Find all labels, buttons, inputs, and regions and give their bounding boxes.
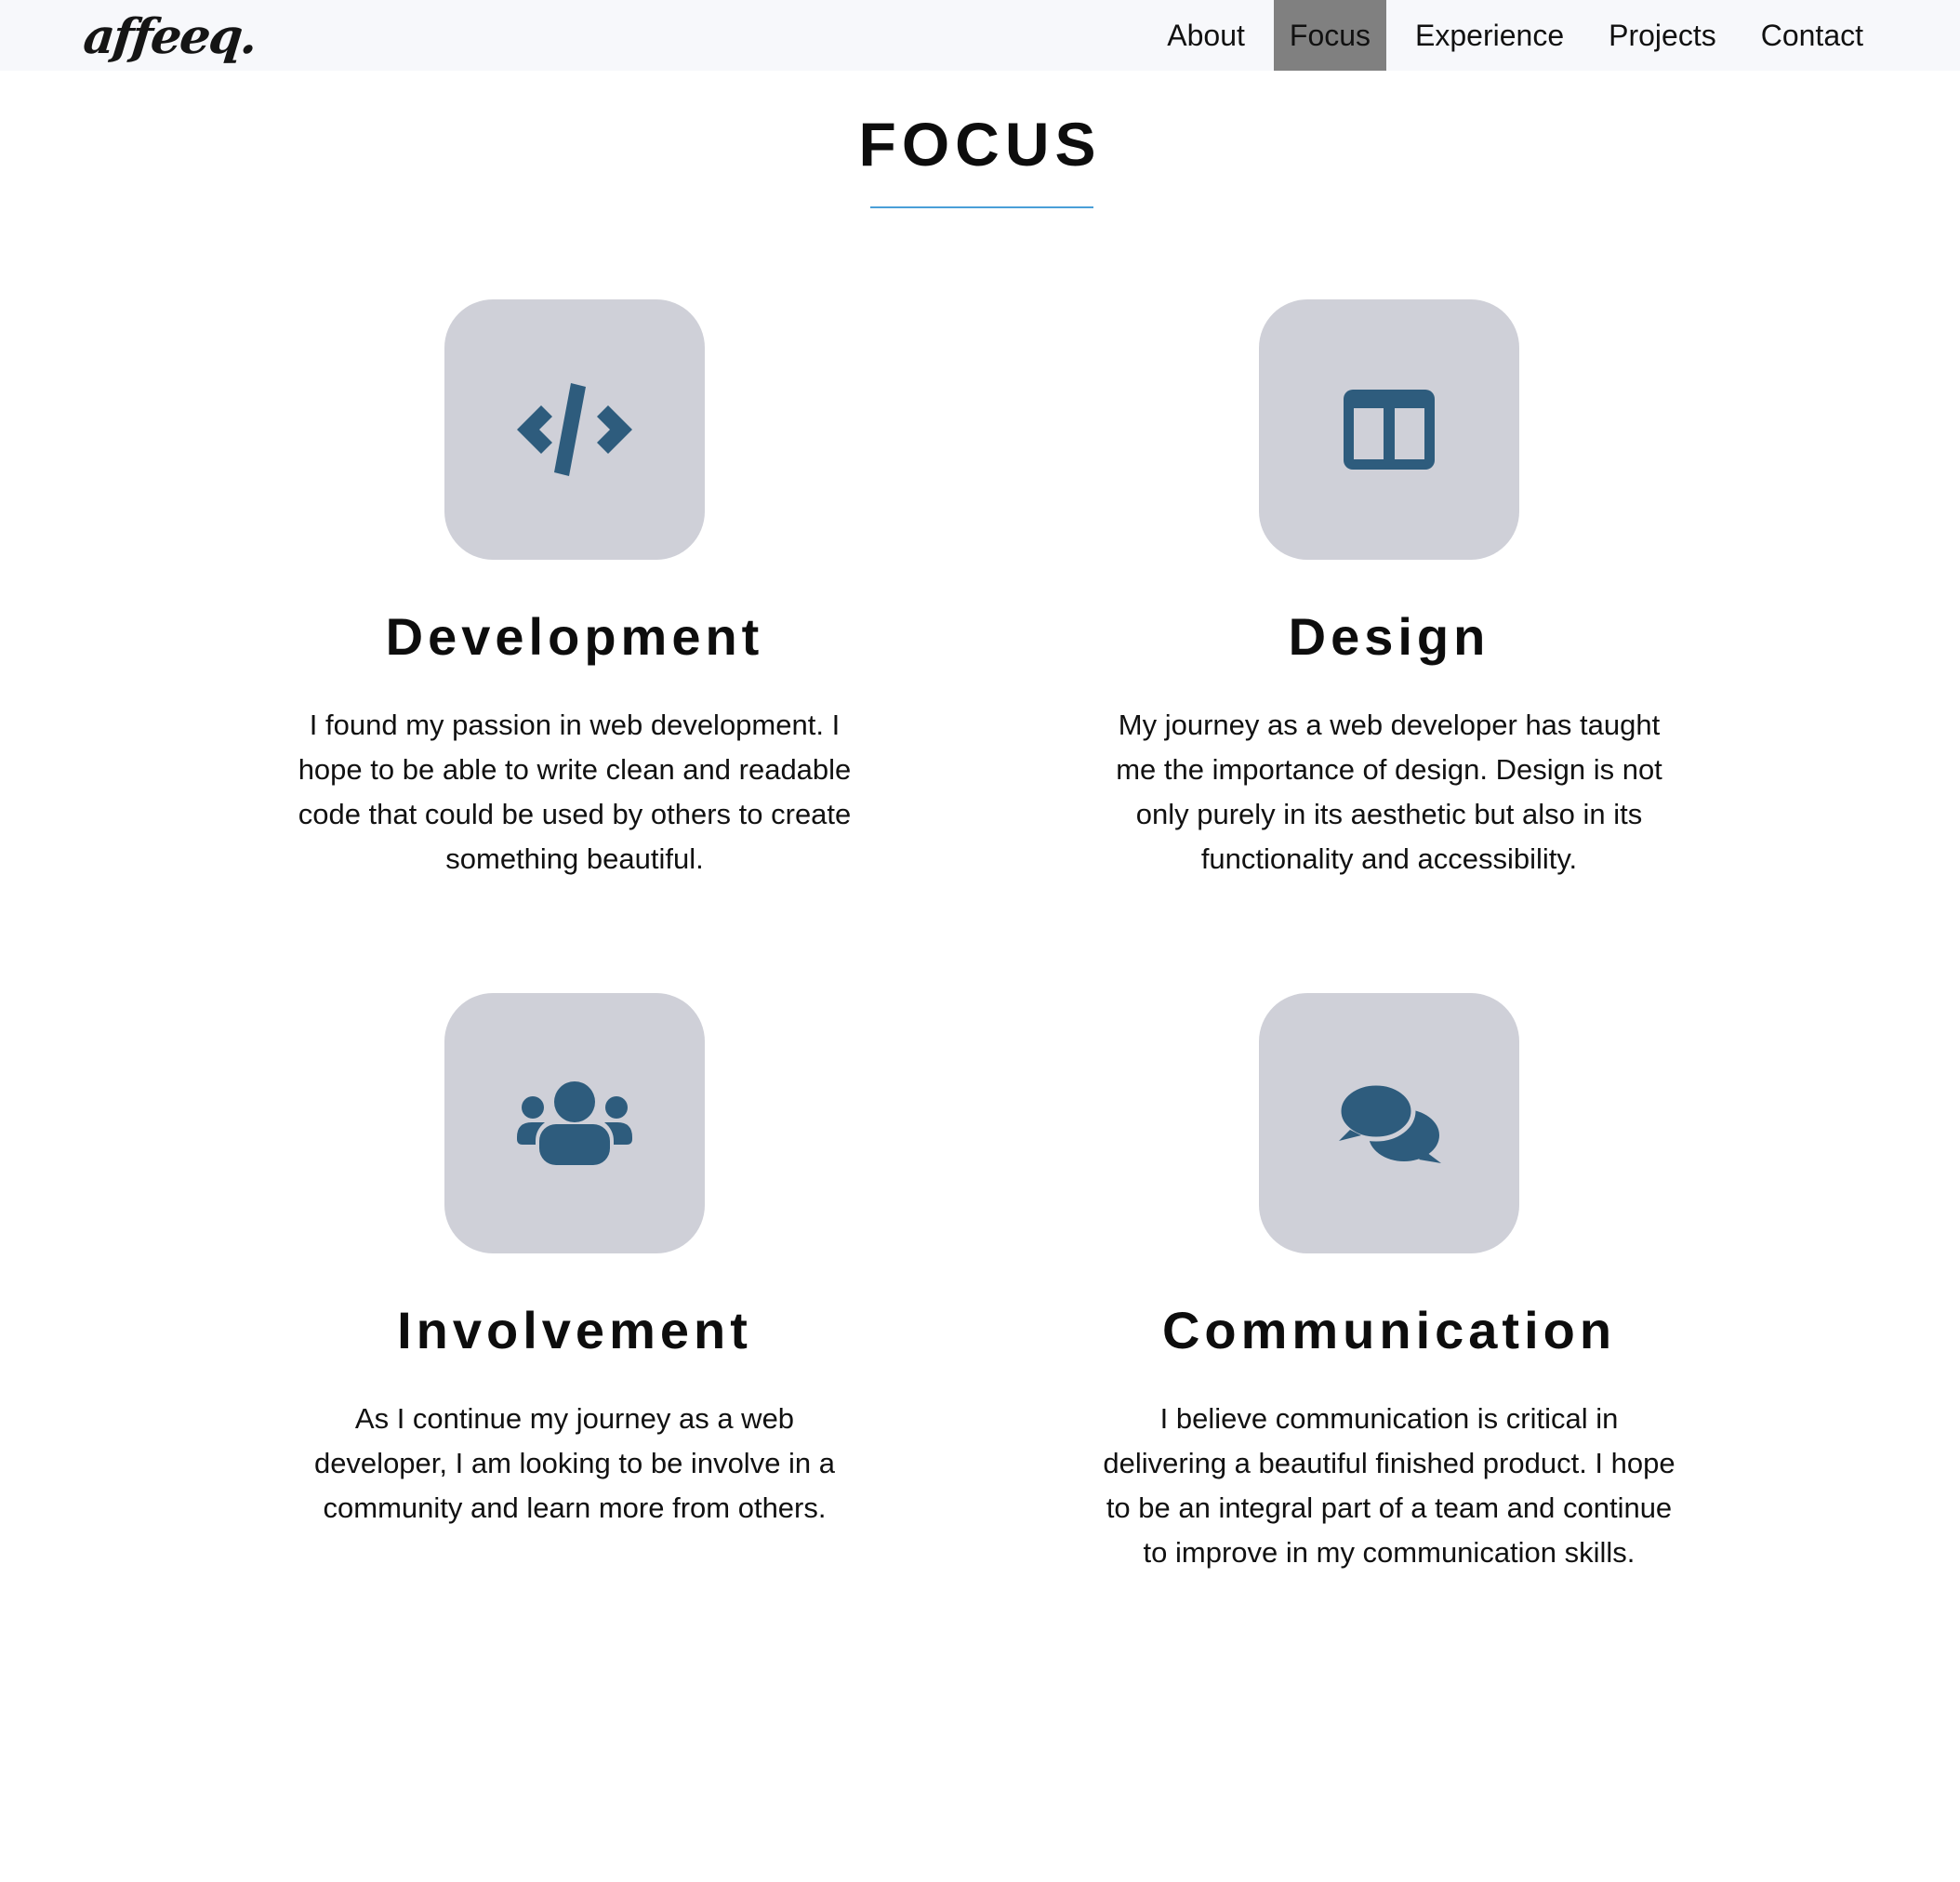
icon-box: [1259, 299, 1519, 560]
nav-link-focus[interactable]: Focus: [1273, 0, 1387, 71]
nav-link-about[interactable]: About: [1151, 0, 1261, 71]
card-title: Communication: [1161, 1301, 1617, 1359]
card-text: I believe communication is critical in d…: [1103, 1402, 1675, 1569]
code-icon: [517, 383, 632, 476]
card-text: I found my passion in web development. I…: [298, 709, 852, 875]
site-logo[interactable]: affeeq.: [80, 4, 259, 71]
users-icon: [517, 1081, 632, 1165]
nav-link-experience[interactable]: Experience: [1399, 0, 1580, 71]
card-title: Design: [1288, 607, 1490, 666]
focus-card-development: Development I found my passion in web de…: [286, 299, 863, 881]
card-title: Involvement: [397, 1301, 752, 1359]
nav-links: About Focus Experience Projects Contact: [1145, 0, 1886, 71]
card-text: My journey as a web developer has taught…: [1116, 709, 1662, 875]
navbar: affeeq. About Focus Experience Projects …: [0, 0, 1960, 71]
icon-box: [444, 299, 705, 560]
icon-box: [1259, 993, 1519, 1253]
focus-card-design: Design My journey as a web developer has…: [1101, 299, 1677, 881]
title-underline: [870, 206, 1093, 208]
focus-card-communication: Communication I believe communication is…: [1101, 993, 1677, 1575]
section-title: FOCUS: [858, 110, 1102, 179]
nav-link-projects[interactable]: Projects: [1593, 0, 1732, 71]
card-text: As I continue my journey as a web develo…: [313, 1402, 836, 1524]
focus-card-involvement: Involvement As I continue my journey as …: [286, 993, 863, 1531]
nav-link-contact[interactable]: Contact: [1745, 0, 1879, 71]
comments-icon: [1337, 1081, 1441, 1163]
icon-box: [444, 993, 705, 1253]
columns-layout-icon: [1344, 390, 1435, 470]
card-title: Development: [385, 607, 764, 666]
